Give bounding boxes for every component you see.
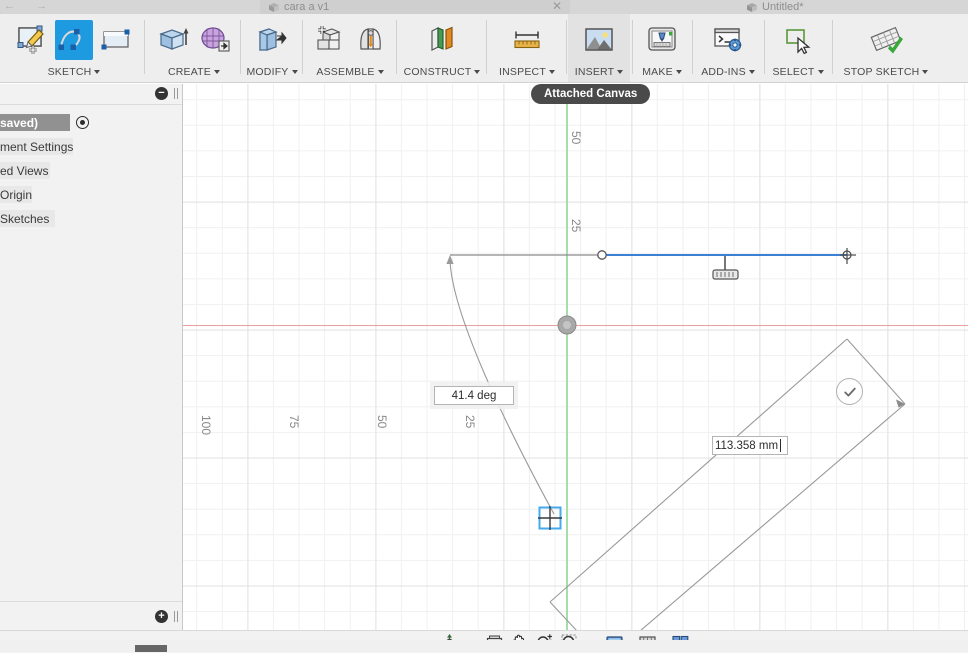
length-dimension-input[interactable]: 113.358 mm <box>712 436 788 455</box>
ribbon-divider <box>144 20 145 74</box>
ribbon-divider <box>486 20 487 74</box>
tooltip-attached-canvas: Attached Canvas <box>531 84 651 104</box>
select-cursor-icon[interactable] <box>779 20 817 60</box>
ribbon-group-label: CONSTRUCT <box>404 64 481 80</box>
angle-dimension-label[interactable]: 41.4 deg <box>434 386 514 405</box>
chevron-down-icon[interactable] <box>474 70 481 74</box>
ribbon-divider <box>302 20 303 74</box>
browser-item-label: ment Settings <box>0 139 74 154</box>
length-dimension-value: 113.358 mm <box>714 439 779 452</box>
browser-item-named-views[interactable]: ed Views <box>0 162 50 179</box>
browser-item-label: Sketches <box>0 211 50 226</box>
extrude-icon[interactable] <box>154 20 192 60</box>
tooltip-label: Attached Canvas <box>544 88 638 100</box>
chevron-down-icon[interactable] <box>922 70 929 74</box>
chevron-down-icon[interactable] <box>291 70 298 74</box>
ribbon-group-insert[interactable]: INSERT <box>568 14 630 82</box>
offset-plane-icon[interactable] <box>423 20 461 60</box>
close-icon[interactable]: ✕ <box>552 0 562 12</box>
ribbon-group-addins[interactable]: ADD-INS <box>694 14 762 82</box>
ribbon-group-stop-sketch[interactable]: STOP SKETCH <box>834 14 938 82</box>
browser-panel-footer: + <box>0 601 182 630</box>
ribbon-group-assemble[interactable]: ASSEMBLE <box>306 14 394 82</box>
attached-canvas-icon[interactable] <box>580 20 618 60</box>
press-pull-icon[interactable] <box>253 20 291 60</box>
ribbon-group-construct[interactable]: CONSTRUCT <box>400 14 484 82</box>
browser-panel[interactable]: − saved) ment Settings ed Views Origin S… <box>0 84 183 630</box>
cube-icon <box>746 2 758 13</box>
cube-icon <box>268 2 280 13</box>
new-component-icon[interactable] <box>310 20 348 60</box>
nav-forward-button[interactable]: → <box>36 0 47 12</box>
chevron-down-icon[interactable] <box>748 70 755 74</box>
joint-icon[interactable] <box>352 20 390 60</box>
rectangle-icon[interactable] <box>97 20 135 60</box>
ribbon-divider <box>396 20 397 74</box>
ribbon-group-label: INSPECT <box>499 64 555 80</box>
ribbon-group-label: MODIFY <box>246 64 298 80</box>
minus-circle-icon[interactable]: − <box>155 87 168 100</box>
ribbon-group-sketch[interactable]: SKETCH <box>8 14 140 82</box>
ribbon-group-label: SKETCH <box>48 64 101 80</box>
scripts-addins-icon[interactable] <box>709 20 747 60</box>
ribbon-group-label: STOP SKETCH <box>844 64 929 80</box>
ribbon-group-label: SELECT <box>772 64 824 80</box>
browser-item-label: ed Views <box>0 163 49 178</box>
document-tab-strip: ← → cara a v1 ✕ Untitled* <box>0 0 968 14</box>
spline-icon[interactable] <box>55 20 93 60</box>
plus-circle-icon[interactable]: + <box>155 610 168 623</box>
document-tab-label: Untitled* <box>762 1 804 13</box>
measure-icon[interactable] <box>508 20 546 60</box>
ribbon-group-label: ASSEMBLE <box>316 64 384 80</box>
ribbon-group-label: INSERT <box>575 64 624 80</box>
chevron-down-icon[interactable] <box>817 70 824 74</box>
ribbon-divider <box>566 20 567 74</box>
chevron-down-icon[interactable] <box>214 70 220 74</box>
chevron-down-icon[interactable] <box>548 70 555 74</box>
ribbon-group-create[interactable]: CREATE <box>150 14 238 82</box>
browser-item-document-settings[interactable]: ment Settings <box>0 138 73 155</box>
grip-icon[interactable] <box>174 611 178 622</box>
chevron-down-icon[interactable] <box>377 70 384 74</box>
ribbon-divider <box>832 20 833 74</box>
ribbon-divider <box>764 20 765 74</box>
check-icon <box>843 387 856 396</box>
ribbon-group-label: CREATE <box>168 64 220 80</box>
chevron-down-icon[interactable] <box>94 70 101 74</box>
ribbon-group-label: ADD-INS <box>701 64 755 80</box>
3d-print-icon[interactable] <box>643 20 681 60</box>
selected-vertex-marker <box>538 506 562 530</box>
document-tab-untitled[interactable]: Untitled* <box>740 0 880 14</box>
bottom-handle[interactable] <box>135 645 167 652</box>
visibility-toggle[interactable] <box>76 116 89 129</box>
ribbon-divider <box>240 20 241 74</box>
ribbon-group-modify[interactable]: MODIFY <box>244 14 300 82</box>
browser-item-sketches[interactable]: Sketches <box>0 210 55 227</box>
chevron-down-icon[interactable] <box>617 70 624 74</box>
document-tab-label: cara a v1 <box>284 1 330 13</box>
grip-icon[interactable] <box>174 88 178 99</box>
create-sketch-icon[interactable] <box>13 20 51 60</box>
text-caret <box>780 439 782 452</box>
browser-panel-header: − <box>0 84 182 105</box>
ribbon-group-label: MAKE <box>642 64 682 80</box>
browser-item-label: Origin <box>0 187 33 202</box>
ok-confirm-button[interactable] <box>836 378 863 405</box>
ribbon-group-inspect[interactable]: INSPECT <box>490 14 564 82</box>
ribbon-group-make[interactable]: MAKE <box>634 14 690 82</box>
ribbon-divider <box>632 20 633 74</box>
fix-constraint-glyph <box>712 256 739 280</box>
browser-item-origin[interactable]: Origin <box>0 186 32 203</box>
document-tab-cara[interactable]: cara a v1 ✕ <box>260 0 570 14</box>
browser-item-document[interactable]: saved) <box>0 114 89 131</box>
ribbon-group-select[interactable]: SELECT <box>766 14 830 82</box>
stop-sketch-icon[interactable] <box>867 20 905 60</box>
nav-back-button[interactable]: ← <box>4 0 17 12</box>
browser-item-label: saved) <box>0 115 39 130</box>
form-icon[interactable] <box>196 20 234 60</box>
chevron-down-icon[interactable] <box>675 70 682 74</box>
ribbon-toolbar: SKETCH CREATE MODIFY ASSEMBLE CONSTRUCT … <box>0 14 968 83</box>
ribbon-divider <box>692 20 693 74</box>
